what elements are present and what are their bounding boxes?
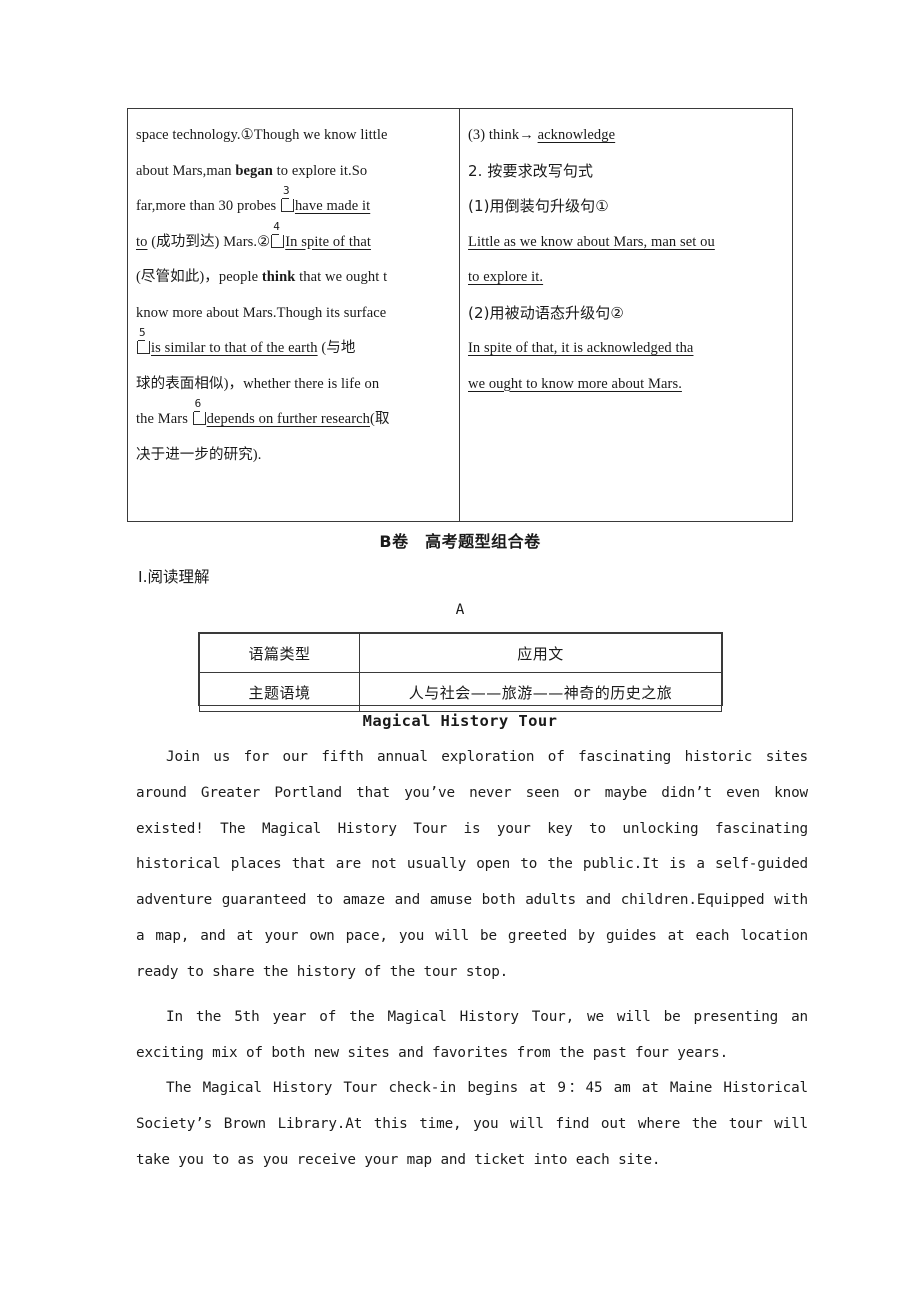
- line-text: (3) think→: [468, 127, 538, 143]
- line-text: that we ought t: [295, 269, 388, 285]
- exercise-line: space technology.①Though we know little: [136, 118, 453, 154]
- exercise-line: the Mars depends on further research(取: [136, 398, 453, 438]
- line-text: (取: [370, 411, 390, 427]
- info-row-value: 应用文: [359, 633, 722, 673]
- exercise-line: (1)用倒装句升级句①: [468, 189, 794, 225]
- exercise-line: is similar to that of the earth (与地: [136, 327, 453, 367]
- exercise-table: space technology.①Though we know little a…: [127, 108, 793, 522]
- line-text: 决于进一步的研究).: [136, 446, 262, 463]
- exercise-line: Little as we know about Mars, man set ou: [468, 225, 794, 261]
- info-row-value: 人与社会——旅游——神奇的历史之旅: [359, 672, 722, 712]
- exercise-line: (2)用被动语态升级句②: [468, 296, 794, 332]
- exercise-line: we ought to know more about Mars.: [468, 367, 794, 403]
- exercise-table-left-cell: space technology.①Though we know little a…: [128, 109, 459, 521]
- numbered-blank-box[interactable]: [280, 185, 294, 212]
- exercise-line: 决于进一步的研究).: [136, 438, 453, 474]
- numbered-blank-box[interactable]: [192, 398, 206, 425]
- passage-title: Magical History Tour: [362, 712, 558, 730]
- passage-info-table: 语篇类型 应用文 主题语境 人与社会——旅游——神奇的历史之旅: [198, 632, 723, 712]
- info-row-label: 语篇类型: [199, 633, 360, 673]
- instruction-text: (2)用被动语态升级句②: [468, 303, 624, 322]
- answer-underline: is similar to that of the earth: [151, 340, 318, 356]
- bold-keyword: think: [261, 269, 296, 285]
- passage-paragraph-2: In the 5th year of the Magical History T…: [136, 1000, 808, 1072]
- exercise-line: In spite of that, it is acknowledged tha: [468, 331, 794, 367]
- answer-underline: to explore it.: [468, 269, 544, 285]
- line-text: far,more than 30 probes: [136, 198, 280, 214]
- answer-underline: depends on further research: [206, 411, 371, 427]
- exercise-table-right-cell: (3) think→ acknowledge 2. 按要求改写句式 (1)用倒装句升…: [460, 109, 794, 521]
- document-page: space technology.①Though we know little a…: [0, 0, 920, 1302]
- exercise-line: 2. 按要求改写句式: [468, 154, 794, 190]
- passage-paragraph-1: Join us for our fifth annual exploration…: [136, 740, 808, 991]
- instruction-text: (1)用倒装句升级句①: [468, 197, 609, 215]
- section-heading-bjuan: B卷 高考题型组合卷: [379, 532, 541, 551]
- exercise-line: to explore it.: [468, 260, 794, 296]
- answer-underline: to: [136, 233, 148, 250]
- answer-underline: In spite of that, it is acknowledged tha: [468, 340, 694, 356]
- numbered-blank-box[interactable]: [271, 221, 285, 248]
- section-label-reading: Ⅰ.阅读理解: [138, 568, 210, 586]
- info-row-label: 主题语境: [199, 672, 360, 712]
- exercise-line: 球的表面相似)，whether there is life on: [136, 367, 453, 403]
- line-text: (与地: [317, 340, 356, 356]
- paragraph-text: The Magical History Tour check-in begins…: [136, 1080, 808, 1168]
- answer-underline: In spite of that: [285, 233, 371, 250]
- line-text: about Mars,man: [136, 162, 236, 179]
- numbered-blank-box[interactable]: [137, 327, 150, 354]
- table-row: 主题语境 人与社会——旅游——神奇的历史之旅: [199, 672, 722, 712]
- exercise-line: (3) think→ acknowledge: [468, 118, 794, 154]
- line-text: to explore it.So: [272, 162, 368, 179]
- answer-underline: acknowledge: [537, 127, 616, 143]
- paragraph-text: In the 5th year of the Magical History T…: [136, 1009, 808, 1061]
- line-text: 球的表面相似)，whether there is life on: [136, 375, 380, 392]
- line-text: the Mars: [136, 411, 192, 427]
- instruction-text: 2. 按要求改写句式: [468, 161, 594, 180]
- exercise-line: (尽管如此)，people think that we ought t: [136, 260, 453, 296]
- exercise-line: to (成功到达) Mars.② In spite of that: [136, 221, 453, 261]
- line-text: know more about Mars.Though its surface: [136, 304, 387, 321]
- exercise-line: about Mars,man began to explore it.So: [136, 154, 453, 190]
- bold-keyword: began: [235, 162, 273, 179]
- line-text: space technology.①Though we know little: [136, 127, 388, 143]
- answer-underline: have made it: [294, 198, 371, 214]
- exercise-line: know more about Mars.Though its surface: [136, 296, 453, 332]
- table-row: 语篇类型 应用文: [199, 633, 722, 673]
- line-text: (成功到达) Mars.②: [147, 233, 271, 250]
- passage-paragraph-3: The Magical History Tour check-in begins…: [136, 1071, 808, 1178]
- line-text: (尽管如此)，people: [136, 269, 262, 285]
- paragraph-text: Join us for our fifth annual exploration…: [136, 749, 808, 980]
- answer-underline: Little as we know about Mars, man set ou: [468, 233, 715, 250]
- passage-letter-label: A: [455, 602, 465, 618]
- exercise-line: far,more than 30 probes have made it: [136, 185, 453, 225]
- answer-underline: we ought to know more about Mars.: [468, 375, 682, 392]
